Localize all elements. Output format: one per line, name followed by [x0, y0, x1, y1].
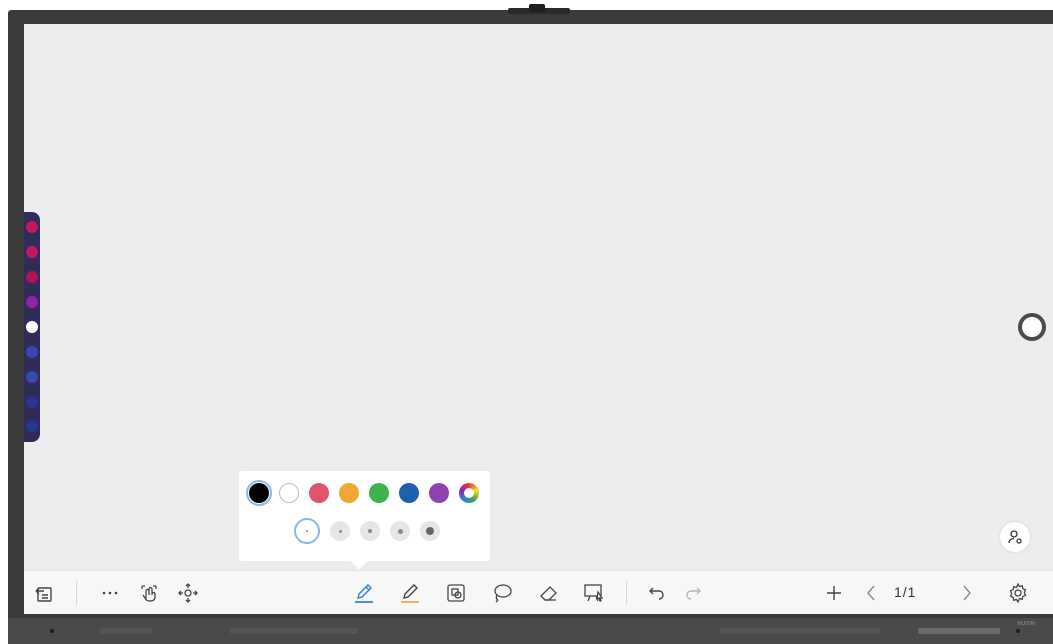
undo-button[interactable] [642, 579, 670, 607]
indicator-light [1016, 629, 1020, 633]
lasso-tool-button[interactable] [488, 579, 516, 607]
indicator-light [50, 629, 54, 633]
display-bottom-bezel: HUION [8, 618, 1053, 644]
add-page-button[interactable] [820, 579, 848, 607]
user-account-button[interactable] [1000, 522, 1030, 552]
side-dock-button[interactable] [26, 420, 38, 433]
camera-lens [529, 4, 545, 12]
bottom-toolbar: 1/1 [24, 570, 1053, 614]
bezel-button-panel[interactable] [918, 628, 1000, 634]
previous-page-button[interactable] [858, 579, 886, 607]
color-swatch-orange[interactable] [339, 483, 359, 503]
pen-settings-popover [239, 471, 490, 570]
stroke-size-option[interactable] [294, 518, 320, 544]
chevron-right-icon [956, 583, 976, 603]
side-dock-button[interactable] [26, 246, 38, 259]
redo-icon [683, 582, 705, 604]
side-dock-button[interactable] [26, 271, 38, 284]
color-swatch-green[interactable] [369, 483, 389, 503]
stroke-size-option[interactable] [330, 521, 350, 541]
highlighter-tool-button[interactable] [396, 579, 424, 607]
settings-button[interactable] [1004, 579, 1032, 607]
presentation-icon [583, 582, 605, 604]
redo-button[interactable] [680, 579, 708, 607]
bezel-strip [100, 628, 152, 634]
stroke-size-option[interactable] [390, 521, 410, 541]
pen-tool-button[interactable] [350, 579, 378, 607]
side-dock-button[interactable] [26, 395, 38, 408]
eraser-icon [537, 582, 559, 604]
select-hand-icon [138, 582, 160, 604]
shape-icon [445, 582, 467, 604]
user-icon [1007, 529, 1023, 545]
move-canvas-button[interactable] [174, 579, 202, 607]
side-dock-button[interactable] [26, 221, 38, 234]
eraser-tool-button[interactable] [534, 579, 562, 607]
side-dock-button[interactable] [26, 320, 38, 333]
color-swatch-blue[interactable] [399, 483, 419, 503]
exit-icon [33, 582, 55, 604]
color-palette [246, 480, 479, 506]
side-tool-dock[interactable] [24, 212, 40, 442]
toolbar-divider [76, 581, 77, 605]
pen-icon [352, 581, 376, 605]
page-indicator[interactable]: 1/1 [894, 584, 916, 600]
whiteboard-screen: 1/1 [24, 24, 1053, 614]
chevron-left-icon [862, 583, 882, 603]
bezel-strip [230, 628, 358, 634]
side-dock-button[interactable] [26, 370, 38, 383]
stroke-size-option[interactable] [420, 521, 440, 541]
select-button[interactable] [135, 579, 163, 607]
color-swatch-black[interactable] [246, 480, 272, 506]
lasso-icon [491, 582, 513, 604]
custom-color-wheel-icon[interactable] [459, 483, 479, 503]
more-dots-icon [100, 583, 120, 603]
toolbar-divider [626, 581, 627, 605]
gear-icon [1007, 582, 1029, 604]
plus-icon [824, 583, 844, 603]
bezel-strip [720, 628, 880, 634]
brand-logo: HUION [1017, 621, 1035, 627]
shape-tool-button[interactable] [442, 579, 470, 607]
side-dock-button[interactable] [26, 345, 38, 358]
exit-whiteboard-button[interactable] [30, 579, 58, 607]
popover-arrow [350, 552, 368, 570]
color-swatch-purple[interactable] [429, 483, 449, 503]
floating-menu-button[interactable] [1018, 313, 1046, 341]
more-button[interactable] [96, 579, 124, 607]
move-arrows-icon [177, 582, 199, 604]
color-swatch-red[interactable] [309, 483, 329, 503]
color-swatch-white[interactable] [279, 483, 299, 503]
next-page-button[interactable] [952, 579, 980, 607]
side-dock-button[interactable] [26, 296, 38, 309]
undo-icon [645, 582, 667, 604]
highlighter-icon [398, 581, 422, 605]
presentation-tool-button[interactable] [580, 579, 608, 607]
stroke-size-option[interactable] [360, 521, 380, 541]
stroke-size-options [294, 518, 440, 544]
